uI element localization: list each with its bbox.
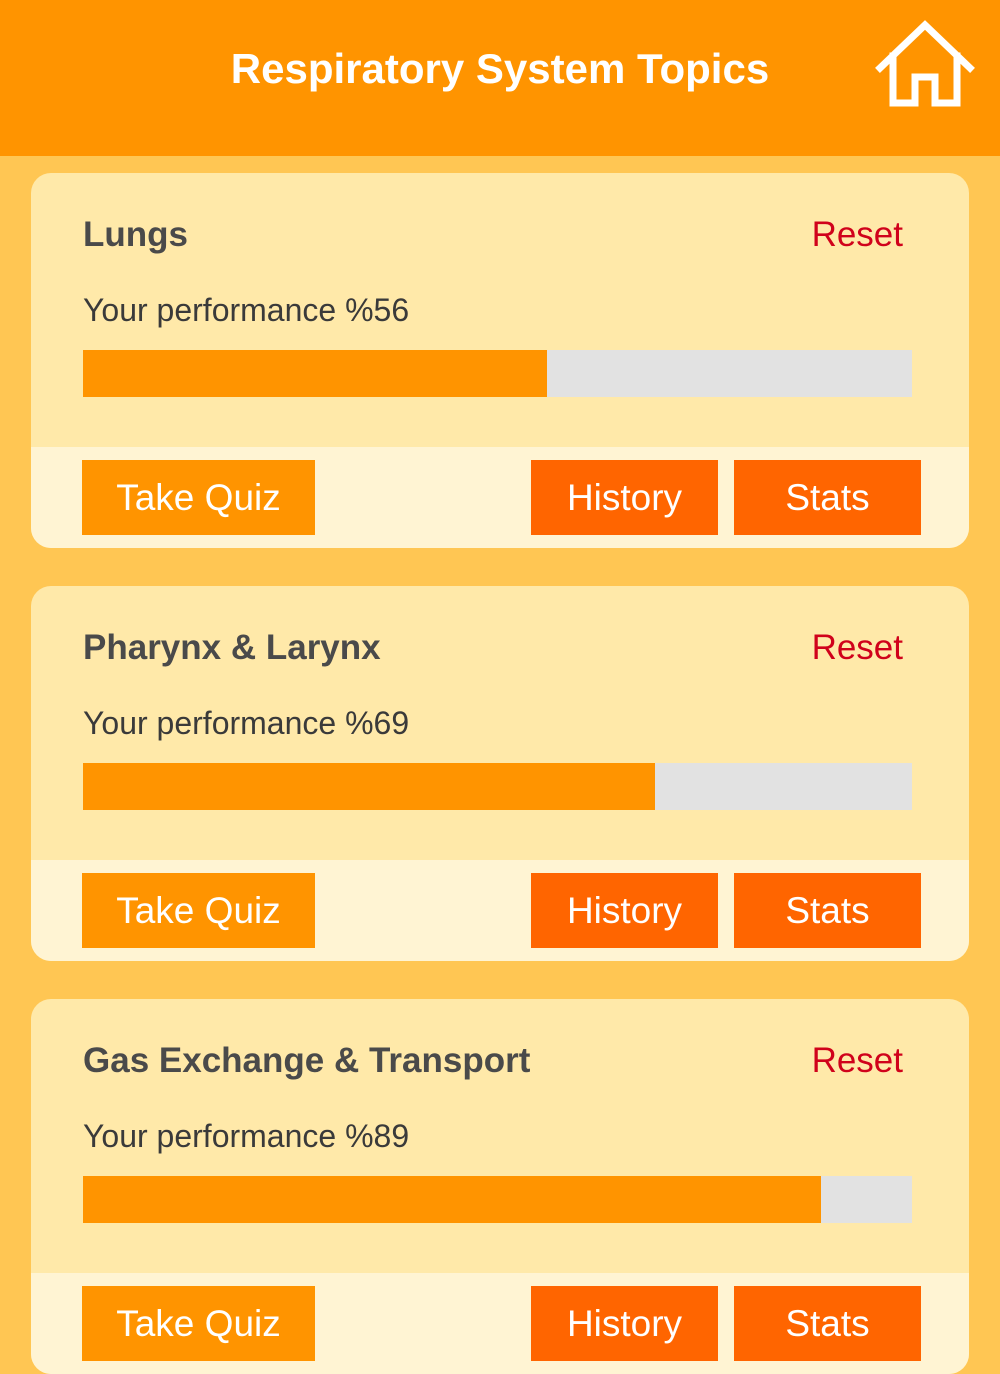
performance-progress-fill xyxy=(83,1176,821,1223)
performance-progress-bar xyxy=(83,763,912,810)
history-button[interactable]: History xyxy=(531,1286,718,1361)
home-icon xyxy=(875,20,975,107)
stats-button[interactable]: Stats xyxy=(734,460,921,535)
home-button[interactable] xyxy=(874,18,976,110)
performance-progress-bar xyxy=(83,1176,912,1223)
topic-title: Gas Exchange & Transport xyxy=(83,1041,531,1080)
performance-progress-bar xyxy=(83,350,912,397)
take-quiz-button[interactable]: Take Quiz xyxy=(82,1286,315,1361)
performance-label: Your performance %89 xyxy=(83,1118,410,1154)
performance-label: Your performance %69 xyxy=(83,705,410,741)
app-header: Respiratory System Topics xyxy=(0,0,1000,156)
history-button[interactable]: History xyxy=(531,873,718,948)
take-quiz-button[interactable]: Take Quiz xyxy=(82,873,315,948)
topic-card-lungs: Lungs Reset Your performance %56 Take Qu… xyxy=(31,173,969,548)
topic-actions: Take Quiz History Stats xyxy=(31,447,969,548)
take-quiz-button[interactable]: Take Quiz xyxy=(82,460,315,535)
topic-card-gas-exchange: Gas Exchange & Transport Reset Your perf… xyxy=(31,999,969,1374)
performance-progress-fill xyxy=(83,763,655,810)
performance-label: Your performance %56 xyxy=(83,292,410,328)
topic-card-pharynx-larynx: Pharynx & Larynx Reset Your performance … xyxy=(31,586,969,961)
reset-button[interactable]: Reset xyxy=(812,626,903,670)
topic-actions: Take Quiz History Stats xyxy=(31,860,969,961)
topic-actions: Take Quiz History Stats xyxy=(31,1273,969,1374)
reset-button[interactable]: Reset xyxy=(812,213,903,257)
stats-button[interactable]: Stats xyxy=(734,1286,921,1361)
topic-title: Pharynx & Larynx xyxy=(83,628,381,667)
history-button[interactable]: History xyxy=(531,460,718,535)
page-title: Respiratory System Topics xyxy=(230,45,770,92)
topic-title: Lungs xyxy=(83,215,188,254)
stats-button[interactable]: Stats xyxy=(734,873,921,948)
performance-progress-fill xyxy=(83,350,548,397)
reset-button[interactable]: Reset xyxy=(812,1039,903,1083)
topic-list[interactable]: Lungs Reset Your performance %56 Take Qu… xyxy=(0,0,1000,1374)
